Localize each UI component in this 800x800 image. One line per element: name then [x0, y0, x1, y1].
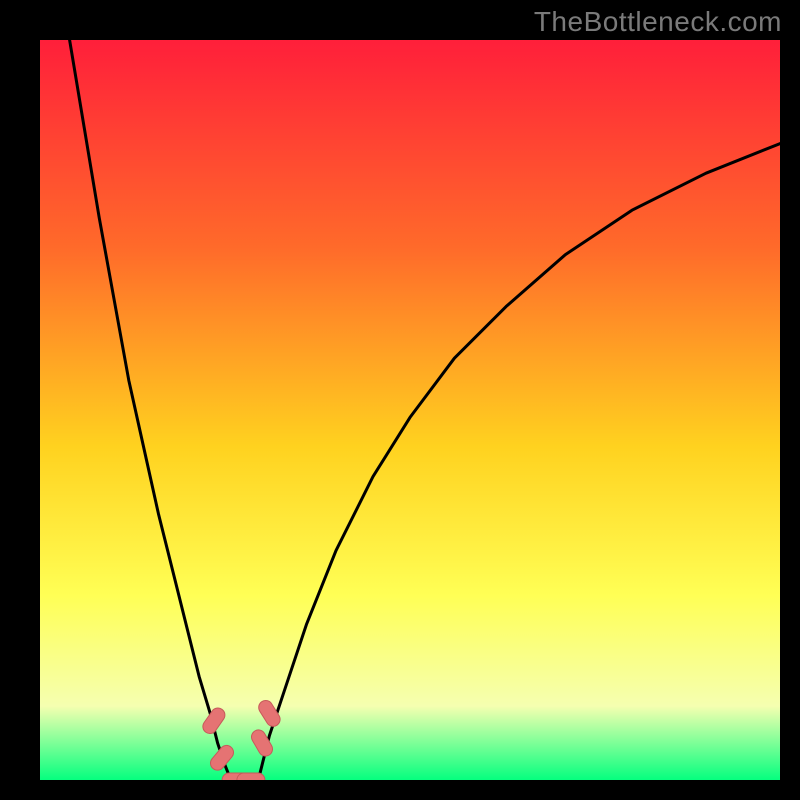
valley-marker	[237, 773, 265, 780]
chart-frame: TheBottleneck.com	[0, 0, 800, 800]
plot-area	[40, 40, 780, 780]
watermark-text: TheBottleneck.com	[534, 6, 782, 38]
gradient-background	[40, 40, 780, 780]
bottleneck-chart	[40, 40, 780, 780]
